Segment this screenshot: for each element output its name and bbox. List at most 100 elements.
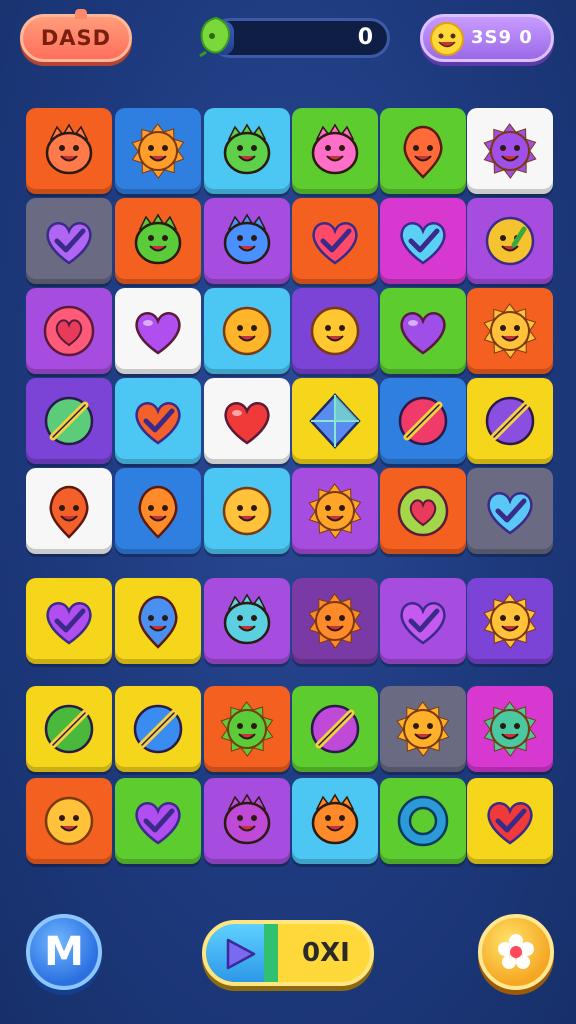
heart-check-icon bbox=[46, 222, 92, 265]
sun-icon bbox=[220, 701, 274, 757]
board-tile[interactable] bbox=[467, 468, 553, 554]
board-tile[interactable] bbox=[204, 378, 290, 464]
board-tile[interactable] bbox=[380, 468, 466, 554]
monster-icon bbox=[311, 123, 359, 175]
smiley-icon bbox=[44, 796, 94, 846]
slash-ball-icon bbox=[310, 704, 360, 754]
board-tile[interactable] bbox=[380, 686, 466, 772]
board-tile[interactable] bbox=[115, 108, 201, 194]
monster-icon bbox=[134, 213, 182, 265]
smiley-icon bbox=[222, 306, 272, 356]
board-tile[interactable] bbox=[204, 578, 290, 664]
board-tile[interactable] bbox=[204, 778, 290, 864]
heart-check-icon bbox=[400, 602, 446, 645]
sun-icon bbox=[483, 303, 537, 359]
board-tile[interactable] bbox=[292, 198, 378, 284]
progress-bar: 0 bbox=[210, 18, 390, 58]
menu-label: M bbox=[44, 929, 84, 975]
board-tile[interactable] bbox=[292, 288, 378, 374]
flower-icon bbox=[498, 934, 534, 969]
slash-ball-icon bbox=[44, 704, 94, 754]
bonus-button[interactable] bbox=[478, 914, 554, 990]
board-tile[interactable] bbox=[292, 578, 378, 664]
level-badge[interactable]: DASD bbox=[20, 9, 132, 62]
monster-icon bbox=[45, 123, 93, 175]
board-tile[interactable] bbox=[115, 778, 201, 864]
drop-face-icon bbox=[403, 125, 443, 179]
smiley-icon bbox=[430, 22, 464, 56]
board-tile[interactable] bbox=[26, 778, 112, 864]
monster-icon bbox=[223, 123, 271, 175]
board-tile[interactable] bbox=[204, 198, 290, 284]
board-tile[interactable] bbox=[292, 378, 378, 464]
monster-icon bbox=[311, 793, 359, 845]
board-tile[interactable] bbox=[380, 108, 466, 194]
board-tile[interactable] bbox=[26, 686, 112, 772]
board-tile[interactable] bbox=[26, 578, 112, 664]
ring-icon bbox=[397, 795, 449, 847]
heart-icon bbox=[224, 402, 270, 445]
sun-icon bbox=[483, 701, 537, 757]
level-label: DASD bbox=[40, 26, 112, 50]
board-tile[interactable] bbox=[380, 378, 466, 464]
drop-face-icon bbox=[138, 595, 178, 649]
board-tile[interactable] bbox=[467, 198, 553, 284]
board-tile[interactable] bbox=[380, 288, 466, 374]
heart-icon bbox=[135, 312, 181, 355]
board-tile[interactable] bbox=[467, 288, 553, 374]
slash-ball-icon bbox=[398, 396, 448, 446]
sun-icon bbox=[483, 593, 537, 649]
board-tile[interactable] bbox=[115, 686, 201, 772]
board-tile[interactable] bbox=[380, 198, 466, 284]
sun-icon bbox=[308, 483, 362, 539]
board-tile[interactable] bbox=[292, 686, 378, 772]
badge-knob bbox=[75, 9, 87, 19]
monster-icon bbox=[223, 213, 271, 265]
heart-check-icon bbox=[46, 602, 92, 645]
board-tile[interactable] bbox=[292, 108, 378, 194]
board-tile[interactable] bbox=[467, 778, 553, 864]
board-tile[interactable] bbox=[204, 288, 290, 374]
heart-ring-icon bbox=[43, 305, 95, 357]
play-stripe bbox=[264, 924, 278, 982]
sun-icon bbox=[396, 701, 450, 757]
heart-check-icon bbox=[312, 222, 358, 265]
smiley-icon bbox=[310, 306, 360, 356]
board-tile[interactable] bbox=[26, 378, 112, 464]
score-pill: 3S9 0 bbox=[420, 14, 554, 62]
board-tile[interactable] bbox=[380, 778, 466, 864]
play-button[interactable]: 0XI bbox=[202, 920, 374, 986]
board-tile[interactable] bbox=[26, 198, 112, 284]
board-tile[interactable] bbox=[467, 378, 553, 464]
slash-ball-icon bbox=[485, 396, 535, 446]
drop-face-icon bbox=[49, 485, 89, 539]
board-tile[interactable] bbox=[115, 468, 201, 554]
play-icon bbox=[226, 938, 256, 970]
board-tile[interactable] bbox=[115, 578, 201, 664]
face-check-icon bbox=[485, 216, 535, 266]
board-tile[interactable] bbox=[292, 778, 378, 864]
heart-check-icon bbox=[135, 802, 181, 845]
board-tile[interactable] bbox=[204, 468, 290, 554]
board-tile[interactable] bbox=[26, 108, 112, 194]
board-tile[interactable] bbox=[467, 578, 553, 664]
play-label: 0XI bbox=[302, 938, 350, 968]
sun-icon bbox=[483, 123, 537, 179]
board-tile[interactable] bbox=[204, 686, 290, 772]
board-tile[interactable] bbox=[467, 686, 553, 772]
monster-icon bbox=[223, 793, 271, 845]
menu-button[interactable]: M bbox=[26, 914, 102, 990]
board-tile[interactable] bbox=[26, 288, 112, 374]
board-tile[interactable] bbox=[380, 578, 466, 664]
board-tile[interactable] bbox=[467, 108, 553, 194]
slash-ball-icon bbox=[44, 396, 94, 446]
board-tile[interactable] bbox=[26, 468, 112, 554]
board-tile[interactable] bbox=[292, 468, 378, 554]
gem-icon bbox=[309, 393, 361, 449]
board-tile[interactable] bbox=[115, 378, 201, 464]
heart-check-icon bbox=[487, 492, 533, 535]
drop-face-icon bbox=[138, 485, 178, 539]
board-tile[interactable] bbox=[204, 108, 290, 194]
board-tile[interactable] bbox=[115, 198, 201, 284]
board-tile[interactable] bbox=[115, 288, 201, 374]
